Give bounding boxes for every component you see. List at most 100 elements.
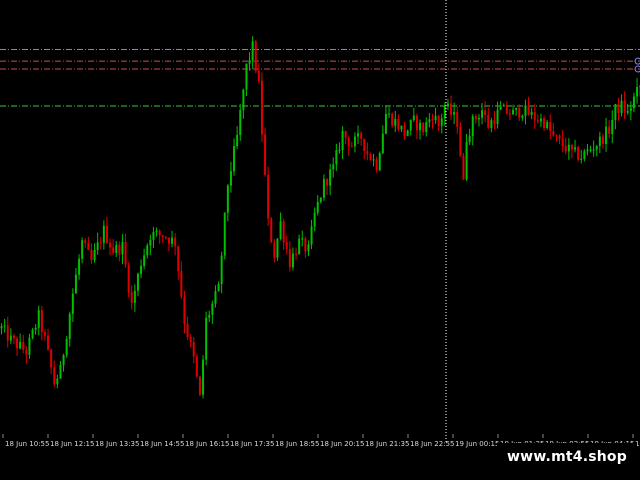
candle-bull xyxy=(37,310,40,328)
candle-bull xyxy=(626,110,629,113)
candle-bull xyxy=(31,329,34,338)
candle-bull xyxy=(136,273,139,291)
candle-bear xyxy=(577,147,580,160)
candle-bull xyxy=(611,119,614,134)
candle-bull xyxy=(276,238,279,258)
candle-bull xyxy=(59,365,62,379)
time-tick-label: 18 Jun 16:15 xyxy=(185,440,229,448)
candle-bull xyxy=(0,326,3,329)
candle-bull xyxy=(583,151,586,159)
candle-bull xyxy=(121,241,124,255)
candle-bear xyxy=(366,151,369,154)
candle-bull xyxy=(102,225,105,243)
candle-bull xyxy=(468,136,471,143)
candle-bear xyxy=(363,138,366,152)
candle-bull xyxy=(202,359,205,395)
candle-bear xyxy=(186,323,189,337)
candle-bull xyxy=(446,103,449,107)
candle-bull xyxy=(524,105,527,116)
candle-bull xyxy=(490,120,493,128)
candle-bull xyxy=(329,169,332,186)
candle-bull xyxy=(419,122,422,131)
candle-bull xyxy=(9,335,12,341)
candle-bull xyxy=(477,117,480,120)
candle-bear xyxy=(164,236,167,239)
candle-bull xyxy=(310,226,313,245)
candle-bull xyxy=(229,171,232,186)
time-tick-label: 18 Jun 13:35 xyxy=(95,440,139,448)
candle-bear xyxy=(555,135,558,137)
candle-bear xyxy=(570,144,573,150)
candle-bear xyxy=(6,325,9,341)
candle-bear xyxy=(270,218,273,243)
candle-bull xyxy=(425,122,428,133)
candle-bull xyxy=(614,104,617,120)
candle-bull xyxy=(301,238,304,240)
candle-bull xyxy=(3,325,6,327)
candle-bull xyxy=(381,133,384,154)
price-chart[interactable]: 18 Jun 10:55 18 Jun 12:15 18 Jun 13:35 18 J… xyxy=(0,0,640,480)
candle-bull xyxy=(546,122,549,129)
candle-bull xyxy=(341,131,344,151)
candle-bull xyxy=(428,119,431,123)
candle-bull xyxy=(251,41,254,61)
candle-bull xyxy=(19,341,22,349)
candle-bear xyxy=(124,241,127,265)
candle-bear xyxy=(87,242,90,250)
candle-bear xyxy=(189,336,192,343)
candle-bull xyxy=(96,242,99,251)
candle-bull xyxy=(465,142,468,180)
candle-bear xyxy=(53,367,56,385)
candle-bull xyxy=(335,150,338,165)
candle-bull xyxy=(409,120,412,131)
candle-bear xyxy=(533,111,536,121)
candle-bull xyxy=(65,338,68,356)
candle-bull xyxy=(171,237,174,244)
candle-bear xyxy=(118,244,121,255)
candle-bull xyxy=(353,136,356,147)
candle-bear xyxy=(43,332,46,336)
candle-bear xyxy=(127,264,130,293)
candle-bear xyxy=(623,100,626,113)
candle-bull xyxy=(574,147,577,150)
candle-bull xyxy=(93,250,96,261)
candle-bull xyxy=(620,100,623,114)
candle-bear xyxy=(459,126,462,156)
candle-bull xyxy=(595,146,598,150)
time-tick-label: 18 Jun 14:55 xyxy=(140,440,184,448)
candle-bear xyxy=(180,271,183,297)
candle-bear xyxy=(112,247,115,253)
candle-bear xyxy=(285,242,288,250)
candle-bear xyxy=(564,146,567,152)
candle-bull xyxy=(146,245,149,256)
candle-bull xyxy=(214,291,217,304)
candle-bull xyxy=(400,125,403,130)
candle-bull xyxy=(471,116,474,137)
candle-bear xyxy=(487,114,490,128)
candle-bear xyxy=(177,246,180,272)
candle-bull xyxy=(338,150,341,152)
candle-bear xyxy=(543,118,546,129)
candle-bear xyxy=(450,103,453,115)
candle-bear xyxy=(350,146,353,148)
candle-bear xyxy=(422,122,425,133)
candle-bear xyxy=(167,238,170,244)
candle-bull xyxy=(71,293,74,314)
time-tick-label: 18 Jun 12:15 xyxy=(50,440,94,448)
candle-bear xyxy=(536,120,539,122)
candle-bear xyxy=(369,153,372,160)
candle-bull xyxy=(28,337,31,355)
candle-bull xyxy=(316,202,319,213)
time-tick-label: 18 Jun 10:55 xyxy=(5,440,49,448)
candle-bull xyxy=(239,109,242,135)
time-tick-label: 18 Jun 22:55 xyxy=(410,440,454,448)
candle-bear xyxy=(347,137,350,147)
candle-bear xyxy=(109,242,112,248)
price-chart-canvas[interactable]: 18 Jun 10:55 18 Jun 12:15 18 Jun 13:35 18 J… xyxy=(0,0,640,480)
candle-bull xyxy=(211,303,214,315)
candle-bull xyxy=(384,114,387,134)
candle-bull xyxy=(592,149,595,151)
candle-bull xyxy=(279,221,282,239)
candle-bear xyxy=(198,376,201,395)
candle-bear xyxy=(375,159,378,171)
